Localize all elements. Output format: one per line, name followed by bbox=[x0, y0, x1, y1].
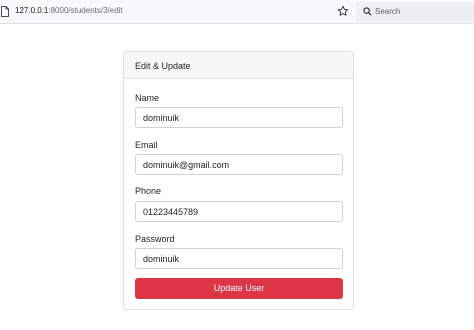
browser-search-placeholder: Search bbox=[375, 7, 401, 16]
email-field[interactable] bbox=[135, 154, 343, 175]
page-icon bbox=[1, 6, 9, 17]
phone-field[interactable] bbox=[135, 201, 343, 222]
phone-label: Phone bbox=[135, 186, 162, 196]
url-bar[interactable]: 127.0.0.1:8000/students/3/edit bbox=[15, 5, 123, 17]
card-title: Edit & Update bbox=[135, 61, 191, 71]
card-header: Edit & Update bbox=[124, 52, 353, 79]
password-label: Password bbox=[135, 234, 175, 244]
url-host: 127.0.0.1 bbox=[15, 6, 49, 15]
name-label: Name bbox=[135, 93, 160, 103]
browser-toolbar: 127.0.0.1:8000/students/3/edit Search bbox=[0, 0, 474, 24]
search-icon bbox=[363, 7, 372, 16]
star-icon[interactable] bbox=[337, 5, 349, 17]
password-field[interactable] bbox=[135, 248, 343, 269]
update-user-button[interactable]: Update User bbox=[135, 278, 343, 299]
email-label: Email bbox=[135, 140, 158, 150]
url-path: :8000/students/3/edit bbox=[48, 6, 123, 15]
name-field[interactable] bbox=[135, 107, 343, 128]
edit-student-card: Edit & Update Name Email Phone Password … bbox=[123, 51, 354, 310]
browser-search-box[interactable]: Search bbox=[356, 2, 474, 22]
